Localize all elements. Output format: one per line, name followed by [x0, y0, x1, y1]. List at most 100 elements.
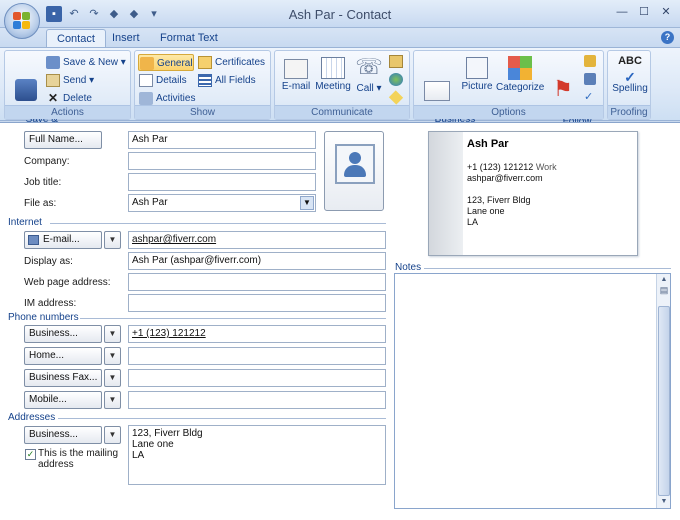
actions-group-label: Actions — [5, 105, 130, 119]
mobile-phone-field[interactable] — [128, 391, 386, 409]
minimize-button[interactable]: — — [612, 3, 632, 21]
scrollbar-thumb[interactable] — [658, 306, 670, 496]
show-group-label: Show — [135, 105, 270, 119]
home-phone-button[interactable]: Home... — [24, 347, 102, 365]
home-phone-dropdown[interactable]: ▼ — [104, 347, 121, 365]
full-name-button[interactable]: Full Name... — [24, 131, 102, 149]
contact-picture-button[interactable] — [324, 131, 384, 211]
message-icon[interactable] — [388, 90, 404, 105]
picture-label: Picture — [461, 81, 493, 92]
tab-format-text[interactable]: Format Text — [150, 29, 228, 48]
certificates-button[interactable]: Certificates — [197, 54, 265, 71]
job-title-field[interactable] — [128, 173, 316, 191]
business-card-email: ashpar@fiverr.com — [467, 173, 543, 183]
phone-numbers-divider — [80, 318, 386, 319]
help-icon[interactable]: ? — [661, 31, 674, 44]
check-names-icon[interactable]: ✓ — [584, 91, 596, 103]
business-fax-button[interactable]: Business Fax... — [24, 369, 102, 387]
file-as-select[interactable]: Ash Par ▼ — [128, 194, 316, 212]
picture-button[interactable]: Picture — [460, 53, 494, 92]
private-lock-icon[interactable] — [584, 55, 596, 67]
meeting-button[interactable]: Meeting — [313, 53, 353, 92]
full-name-field[interactable]: Ash Par — [128, 131, 316, 149]
business-card-name: Ash Par — [467, 138, 509, 150]
email-address-button[interactable]: E-mail... — [24, 231, 102, 249]
save-new-button[interactable]: Save & New ▾ — [45, 54, 126, 71]
business-card-phone-type: Work — [535, 162, 557, 172]
notes-field[interactable]: ▲ ▤ ▼ — [394, 273, 671, 509]
file-as-label: File as: — [24, 198, 57, 209]
tab-contact[interactable]: Contact — [46, 29, 106, 48]
actions-group: Save & Close Save & New ▾ Send ▾ ✕ Delet… — [4, 50, 131, 136]
save-close-icon — [15, 79, 37, 101]
notes-scroll-helper-icon[interactable]: ▤ — [657, 284, 671, 300]
company-field[interactable] — [128, 152, 316, 170]
phone-icon: ☏ — [355, 54, 383, 79]
mobile-phone-dropdown[interactable]: ▼ — [104, 391, 121, 409]
im-address-field[interactable] — [128, 294, 386, 312]
ribbon: Save & Close Save & New ▾ Send ▾ ✕ Delet… — [0, 47, 680, 138]
map-icon[interactable] — [389, 55, 403, 68]
meeting-icon — [321, 57, 345, 79]
save-new-icon — [46, 56, 60, 69]
categorize-button[interactable]: Categorize — [496, 53, 544, 93]
contact-form: Full Name... Ash Par Company: Job title:… — [0, 122, 680, 520]
business-card-phone-line: +1 (123) 121212 Work — [467, 162, 557, 172]
mailing-address-label: This is the mailing address — [38, 448, 119, 470]
communicate-group-label: Communicate — [275, 105, 409, 119]
delete-label: Delete — [63, 93, 92, 104]
spelling-button[interactable]: ABC ✓ Spelling — [610, 53, 650, 94]
email-type-dropdown[interactable]: ▼ — [104, 231, 121, 249]
activities-icon — [139, 92, 153, 105]
general-button[interactable]: General — [138, 54, 194, 71]
title-bar: ▪ ↶ ↷ ◆ ◆ ▾ Ash Par - Contact — ☐ ✕ — [0, 0, 680, 28]
business-fax-dropdown[interactable]: ▼ — [104, 369, 121, 387]
contact-picture-icon — [335, 144, 375, 184]
web-page-field[interactable] — [128, 273, 386, 291]
scroll-down-arrow-icon[interactable]: ▼ — [657, 496, 671, 508]
address-book-icon — [28, 235, 39, 245]
business-phone-field[interactable]: +1 (123) 121212 — [128, 325, 386, 343]
send-button[interactable]: Send ▾ — [45, 72, 94, 89]
flag-icon: ⚑ — [553, 76, 573, 101]
email-field[interactable]: ashpar@fiverr.com — [128, 231, 386, 249]
home-phone-field[interactable] — [128, 347, 386, 365]
notes-divider — [424, 268, 671, 269]
call-button[interactable]: ☏ Call ▾ — [355, 53, 383, 94]
business-card-preview[interactable]: Ash Par +1 (123) 121212 Work ashpar@five… — [428, 131, 638, 256]
web-page-label: Web page address: — [24, 277, 111, 288]
display-as-field[interactable]: Ash Par (ashpar@fiverr.com) — [128, 252, 386, 270]
all-fields-icon — [198, 74, 212, 87]
proofing-group: ABC ✓ Spelling Proofing — [607, 50, 651, 120]
notes-scrollbar[interactable]: ▲ ▤ ▼ — [656, 274, 670, 508]
address-type-dropdown[interactable]: ▼ — [104, 426, 121, 444]
office-logo-icon — [13, 12, 31, 30]
display-as-label: Display as: — [24, 256, 73, 267]
address-field[interactable]: 123, Fiverr Bldg Lane one LA — [128, 425, 386, 485]
close-button[interactable]: ✕ — [656, 3, 676, 21]
maximize-button[interactable]: ☐ — [634, 3, 654, 21]
addresses-section-label: Addresses — [8, 412, 56, 423]
business-fax-field[interactable] — [128, 369, 386, 387]
address-book-icon[interactable] — [584, 73, 596, 85]
business-address-button[interactable]: Business... — [24, 426, 102, 444]
web-page-icon[interactable] — [389, 73, 403, 86]
details-button[interactable]: Details — [138, 72, 187, 89]
mailing-address-checkbox[interactable]: ✓ — [25, 449, 36, 460]
send-label: Send — [63, 75, 87, 86]
tab-insert[interactable]: Insert — [102, 29, 150, 48]
im-address-label: IM address: — [24, 298, 77, 309]
office-button[interactable] — [4, 3, 40, 39]
business-phone-button[interactable]: Business... — [24, 325, 102, 343]
email-button[interactable]: E-mail — [279, 53, 313, 92]
addresses-divider — [58, 418, 386, 419]
spelling-icon: ABC ✓ — [618, 55, 642, 85]
send-icon — [46, 74, 60, 87]
business-card-address1: 123, Fiverr Bldg — [467, 195, 531, 205]
business-card-phone: +1 (123) 121212 — [467, 162, 534, 172]
all-fields-button[interactable]: All Fields — [197, 72, 256, 89]
mobile-phone-button[interactable]: Mobile... — [24, 391, 102, 409]
business-phone-dropdown[interactable]: ▼ — [104, 325, 121, 343]
chevron-down-icon[interactable]: ▼ — [300, 196, 314, 210]
window-title: Ash Par - Contact — [288, 7, 392, 22]
